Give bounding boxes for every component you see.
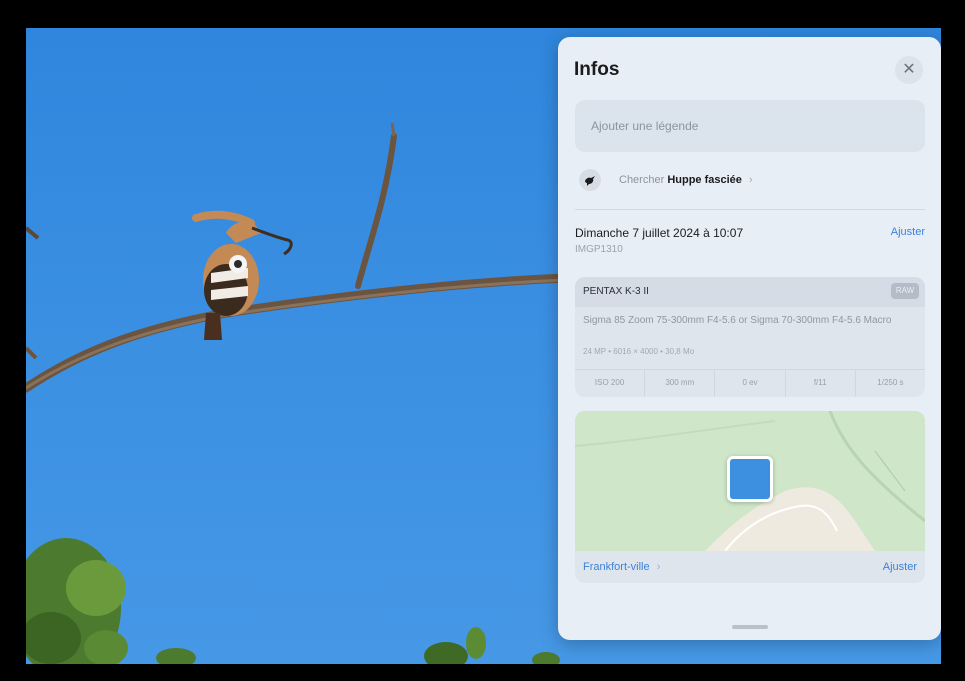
capture-date: Dimanche 7 juillet 2024 à 10:07 (575, 226, 744, 240)
caption-input[interactable] (575, 100, 925, 152)
format-badge: RAW (891, 283, 919, 299)
close-icon: ✕ (902, 61, 916, 78)
exif-stats: ISO 200 300 mm 0 ev f/11 1/250 s (575, 369, 925, 397)
adjust-location-button[interactable]: Ajuster (883, 561, 917, 573)
exif-header: PENTAX K-3 II RAW (575, 277, 925, 307)
file-name: IMGP1310 (575, 244, 623, 255)
camera-model: PENTAX K-3 II (583, 286, 649, 297)
divider (575, 209, 925, 210)
lens-info: Sigma 85 Zoom 75-300mm F4-5.6 or Sigma 7… (583, 315, 892, 326)
photo-location-pin[interactable] (727, 456, 773, 502)
close-button[interactable]: ✕ (895, 56, 923, 84)
date-row: Dimanche 7 juillet 2024 à 10:07 IMGP1310… (575, 223, 925, 263)
location-button[interactable]: Frankfort-ville › (583, 561, 660, 573)
exif-card: PENTAX K-3 II RAW Sigma 85 Zoom 75-300mm… (575, 277, 925, 397)
panel-title: Infos (574, 59, 620, 80)
visual-lookup-row[interactable]: Chercher Huppe fasciée › (575, 165, 925, 197)
image-specs: 24 MP • 6016 × 4000 • 30,8 Mo (583, 347, 695, 356)
exif-shutter-speed: 1/250 s (877, 378, 904, 387)
location-map[interactable] (575, 411, 925, 551)
exif-exposure-bias: 0 ev (715, 370, 786, 397)
adjust-date-button[interactable]: Ajuster (891, 226, 925, 238)
panel-grabber[interactable] (732, 625, 768, 629)
map-footer: Frankfort-ville › Ajuster (575, 551, 925, 583)
app-window: Infos ✕ Chercher Huppe fasciée › Dimanch… (0, 0, 965, 681)
map-card: Frankfort-ville › Ajuster (575, 411, 925, 583)
exif-aperture: f/11 (786, 370, 856, 397)
chevron-right-icon: › (656, 561, 661, 573)
chevron-right-icon: › (748, 174, 753, 186)
lookup-prefix: Chercher (619, 174, 665, 186)
exif-iso: ISO 200 (575, 370, 646, 397)
panel-header: Infos ✕ (558, 37, 941, 99)
bird-icon (579, 169, 601, 191)
exif-focal-length: 300 mm (645, 370, 716, 397)
lookup-subject: Huppe fasciée (667, 174, 742, 186)
info-panel: Infos ✕ Chercher Huppe fasciée › Dimanch… (558, 37, 941, 640)
location-label: Frankfort-ville (583, 561, 650, 573)
lookup-label: Chercher Huppe fasciée › (619, 174, 753, 186)
